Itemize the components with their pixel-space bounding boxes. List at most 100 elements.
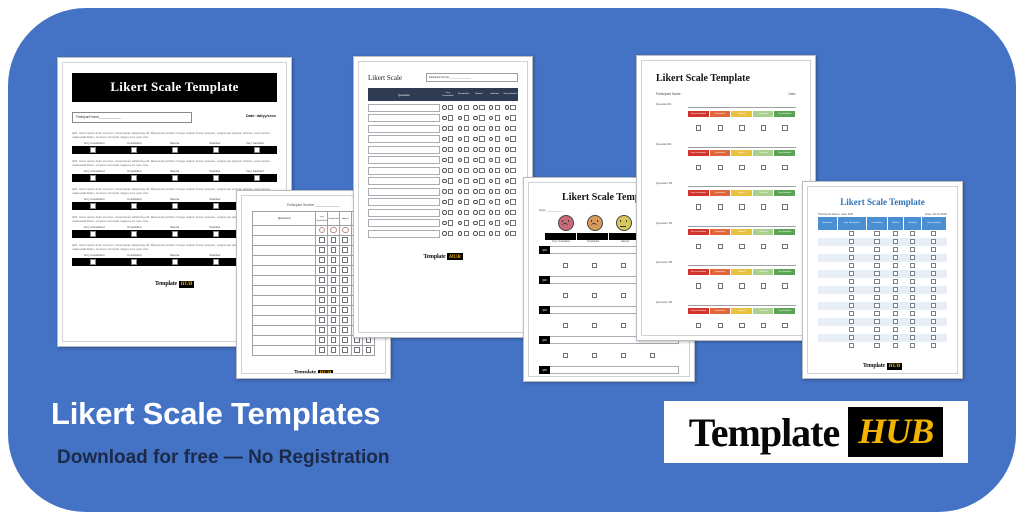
option-cell[interactable] [471, 125, 487, 133]
checkbox-cell[interactable] [338, 295, 352, 306]
checkbox-icon[interactable] [892, 262, 899, 269]
checkbox-cell[interactable] [315, 335, 329, 346]
checkbox-icon[interactable] [479, 199, 485, 205]
checkbox-icon[interactable] [448, 209, 454, 216]
checkbox-icon[interactable] [931, 318, 937, 325]
option-cell[interactable] [502, 219, 518, 227]
option-cell[interactable] [440, 156, 456, 164]
checkbox-icon[interactable] [909, 246, 915, 253]
checkbox-cell[interactable] [327, 255, 340, 266]
checkbox-icon[interactable] [892, 246, 899, 253]
checkbox-cell[interactable] [774, 315, 796, 333]
checkbox-icon[interactable] [849, 286, 855, 293]
checkbox-icon[interactable] [342, 267, 348, 273]
option-cell[interactable] [440, 135, 456, 143]
radio-icon[interactable] [473, 220, 478, 226]
checkbox-icon[interactable] [909, 302, 915, 309]
radio-icon[interactable] [504, 105, 509, 110]
question-input-cell[interactable] [252, 245, 317, 256]
checkbox-icon[interactable] [909, 326, 915, 333]
option-cell[interactable] [456, 114, 472, 122]
checkbox-icon[interactable] [562, 352, 569, 358]
checkbox-icon[interactable] [591, 352, 598, 358]
checkbox-cell[interactable] [338, 275, 352, 286]
option-cell[interactable] [471, 219, 487, 227]
checkbox-icon[interactable] [510, 209, 516, 216]
question-input-cell[interactable] [368, 208, 440, 217]
checkbox-icon[interactable] [463, 125, 470, 132]
checkbox-icon[interactable] [341, 226, 349, 234]
checkbox-cell[interactable] [551, 315, 580, 333]
checkbox-icon[interactable] [931, 262, 937, 269]
checkbox-cell[interactable] [731, 236, 753, 254]
checkbox-cell[interactable] [753, 315, 775, 333]
question-cell[interactable] [818, 238, 838, 246]
checkbox-cell[interactable] [327, 235, 340, 246]
checkbox-icon[interactable] [212, 175, 219, 181]
checkbox-icon[interactable] [782, 125, 788, 131]
checkbox-icon[interactable] [696, 164, 702, 170]
checkbox-cell[interactable] [837, 334, 867, 342]
radio-icon[interactable] [442, 115, 447, 121]
checkbox-icon[interactable] [892, 310, 899, 317]
option-cell[interactable] [502, 209, 518, 217]
checkbox-cell[interactable] [731, 157, 753, 175]
option-cell[interactable] [487, 198, 503, 206]
option-cell[interactable] [440, 104, 456, 112]
checkbox-icon[interactable] [494, 220, 501, 226]
checkbox-cell[interactable] [710, 157, 732, 175]
checkbox-icon[interactable] [330, 287, 337, 293]
checkbox-cell[interactable] [888, 326, 904, 334]
radio-icon[interactable] [473, 199, 478, 205]
checkbox-cell[interactable] [866, 318, 888, 326]
checkbox-icon[interactable] [760, 125, 767, 131]
radio-icon[interactable] [457, 105, 463, 110]
checkbox-icon[interactable] [782, 322, 788, 328]
checkbox-icon[interactable] [760, 164, 767, 170]
checkbox-icon[interactable] [510, 136, 516, 142]
checkbox-icon[interactable] [782, 204, 788, 210]
checkbox-icon[interactable] [479, 178, 485, 184]
checkbox-icon[interactable] [463, 209, 470, 216]
checkbox-cell[interactable] [688, 197, 710, 215]
checkbox-icon[interactable] [171, 175, 178, 181]
option-cell[interactable] [456, 177, 472, 185]
radio-icon[interactable] [457, 199, 463, 205]
checkbox-cell[interactable] [837, 302, 867, 310]
checkbox-icon[interactable] [591, 322, 598, 328]
checkbox-icon[interactable] [463, 220, 470, 226]
question-input-cell[interactable] [252, 315, 317, 326]
checkbox-icon[interactable] [739, 125, 745, 131]
checkbox-icon[interactable] [510, 178, 516, 184]
radio-icon[interactable] [442, 220, 447, 226]
question-input-cell[interactable] [252, 345, 317, 356]
checkbox-icon[interactable] [330, 297, 337, 303]
question-input-cell[interactable] [368, 166, 440, 175]
checkbox-icon[interactable] [89, 259, 96, 265]
radio-icon[interactable] [488, 199, 494, 205]
radio-icon[interactable] [504, 178, 509, 184]
checkbox-icon[interactable] [494, 125, 501, 132]
checkbox-icon[interactable] [892, 334, 899, 341]
checkbox-icon[interactable] [494, 104, 501, 111]
document-thumbnail-color-gradient[interactable]: Likert Scale Template Participant Name: … [636, 55, 816, 341]
checkbox-cell[interactable] [866, 334, 888, 342]
checkbox-icon[interactable] [909, 270, 915, 277]
checkbox-cell[interactable] [315, 295, 329, 306]
checkbox-cell[interactable] [921, 270, 947, 278]
checkbox-icon[interactable] [354, 337, 360, 343]
checkbox-icon[interactable] [510, 220, 516, 226]
checkbox-icon[interactable] [479, 125, 485, 132]
checkbox-icon[interactable] [130, 259, 137, 265]
checkbox-icon[interactable] [342, 337, 348, 343]
checkbox-icon[interactable] [892, 326, 899, 333]
option-cell[interactable] [487, 209, 503, 217]
checkbox-icon[interactable] [89, 203, 96, 209]
checkbox-cell[interactable] [888, 230, 904, 238]
checkbox-icon[interactable] [479, 136, 485, 142]
checkbox-cell[interactable] [753, 118, 775, 136]
checkbox-icon[interactable] [212, 231, 219, 237]
checkbox-cell[interactable] [921, 230, 946, 238]
checkbox-icon[interactable] [342, 327, 348, 333]
checkbox-icon[interactable] [463, 146, 470, 153]
